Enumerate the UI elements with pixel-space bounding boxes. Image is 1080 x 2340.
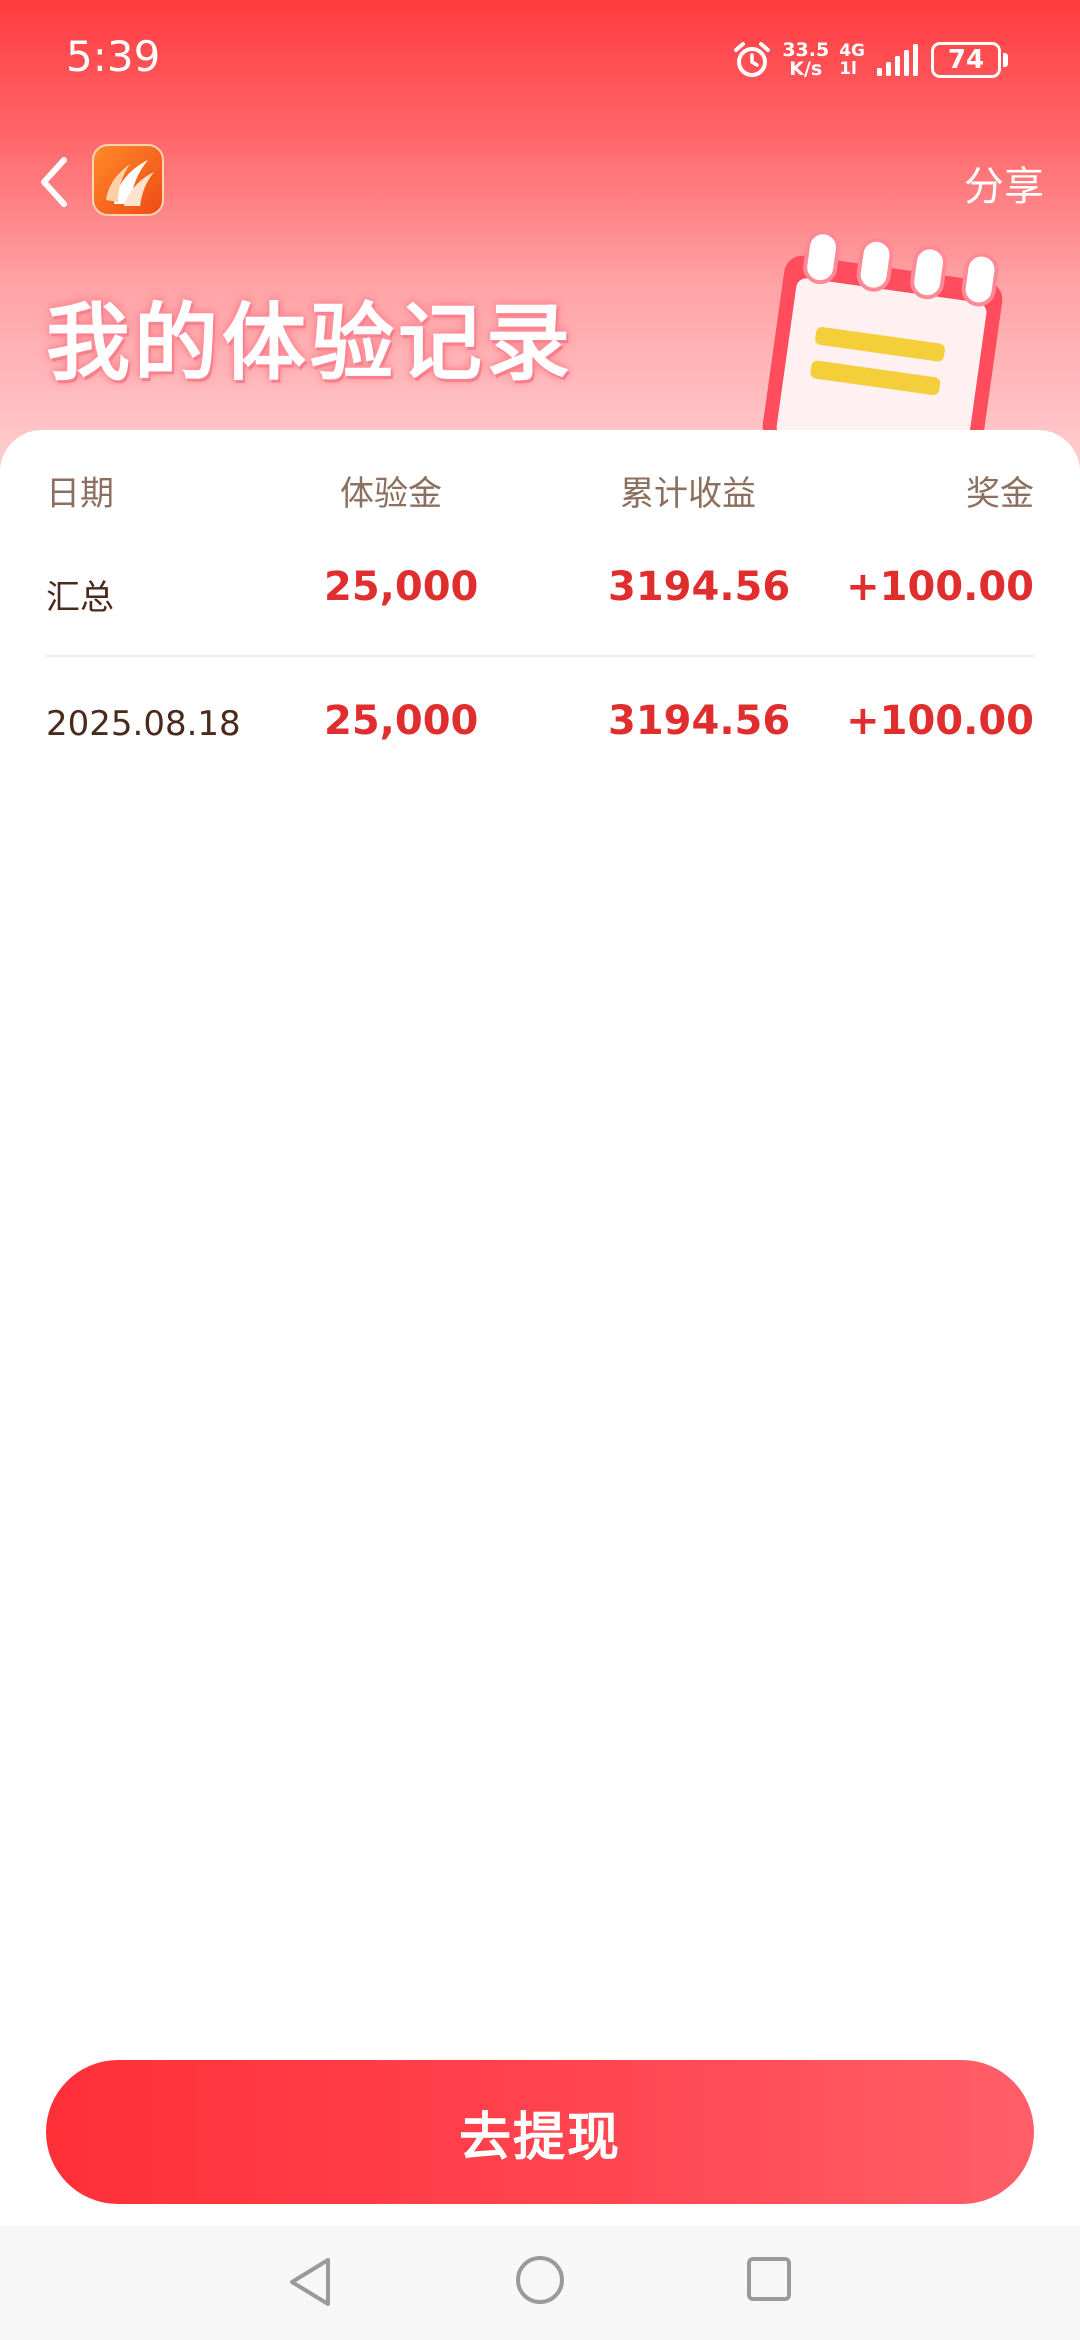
- records-card: 日期 体验金 累计收益 奖金 汇总 25,000 3194.56 +100.00…: [0, 430, 1080, 2230]
- row-earnings: 3194.56: [608, 564, 791, 610]
- app-logo-graphic: [106, 160, 154, 206]
- withdraw-button[interactable]: 去提现: [46, 2060, 1034, 2204]
- system-navigation-bar: [0, 2226, 1080, 2340]
- row-date: 汇总: [46, 578, 114, 618]
- row-bonus: +100.00: [846, 564, 1034, 610]
- network-speed: 33.5 K/s: [782, 41, 829, 79]
- row-earnings: 3194.56: [608, 698, 791, 744]
- network-type-sub: 1l: [839, 59, 857, 79]
- status-bar: 5:39 33.5 K/s 4G 1l 74: [0, 0, 1080, 120]
- column-header-bonus: 奖金: [966, 474, 1034, 514]
- row-date: 2025.08.18: [46, 704, 241, 744]
- battery-icon: 74: [931, 42, 1001, 78]
- status-indicators: 33.5 K/s 4G 1l 74: [732, 38, 1008, 82]
- chevron-left-icon[interactable]: [34, 150, 78, 214]
- column-header-earnings: 累计收益: [620, 474, 756, 514]
- row-bonus: +100.00: [846, 698, 1034, 744]
- nav-home-icon[interactable]: [514, 2254, 566, 2306]
- table-header: 日期 体验金 累计收益 奖金: [46, 466, 1034, 516]
- status-time: 5:39: [66, 32, 161, 81]
- network-type: 4G 1l: [839, 42, 865, 78]
- notebook-illustration: [762, 230, 1003, 438]
- column-header-date: 日期: [46, 474, 114, 514]
- network-type-label: 4G: [839, 41, 865, 61]
- network-speed-unit: K/s: [789, 58, 823, 80]
- app-logo-icon: [92, 144, 164, 216]
- signal-icon: [877, 44, 918, 76]
- alarm-icon: [734, 42, 771, 77]
- share-link[interactable]: 分享: [964, 154, 1044, 212]
- battery-level: 74: [947, 45, 985, 75]
- page-title: 我的体验记录: [46, 294, 575, 392]
- nav-back-icon[interactable]: [284, 2254, 336, 2310]
- column-header-fund: 体验金: [340, 474, 442, 514]
- row-fund: 25,000: [324, 564, 479, 610]
- row-divider: [46, 655, 1034, 657]
- row-fund: 25,000: [324, 698, 479, 744]
- nav-recent-apps-icon[interactable]: [746, 2256, 792, 2302]
- table-row: 2025.08.18 25,000 3194.56 +100.00: [46, 698, 1034, 758]
- battery-cap: [1003, 53, 1008, 67]
- table-row-summary: 汇总 25,000 3194.56 +100.00: [46, 564, 1034, 624]
